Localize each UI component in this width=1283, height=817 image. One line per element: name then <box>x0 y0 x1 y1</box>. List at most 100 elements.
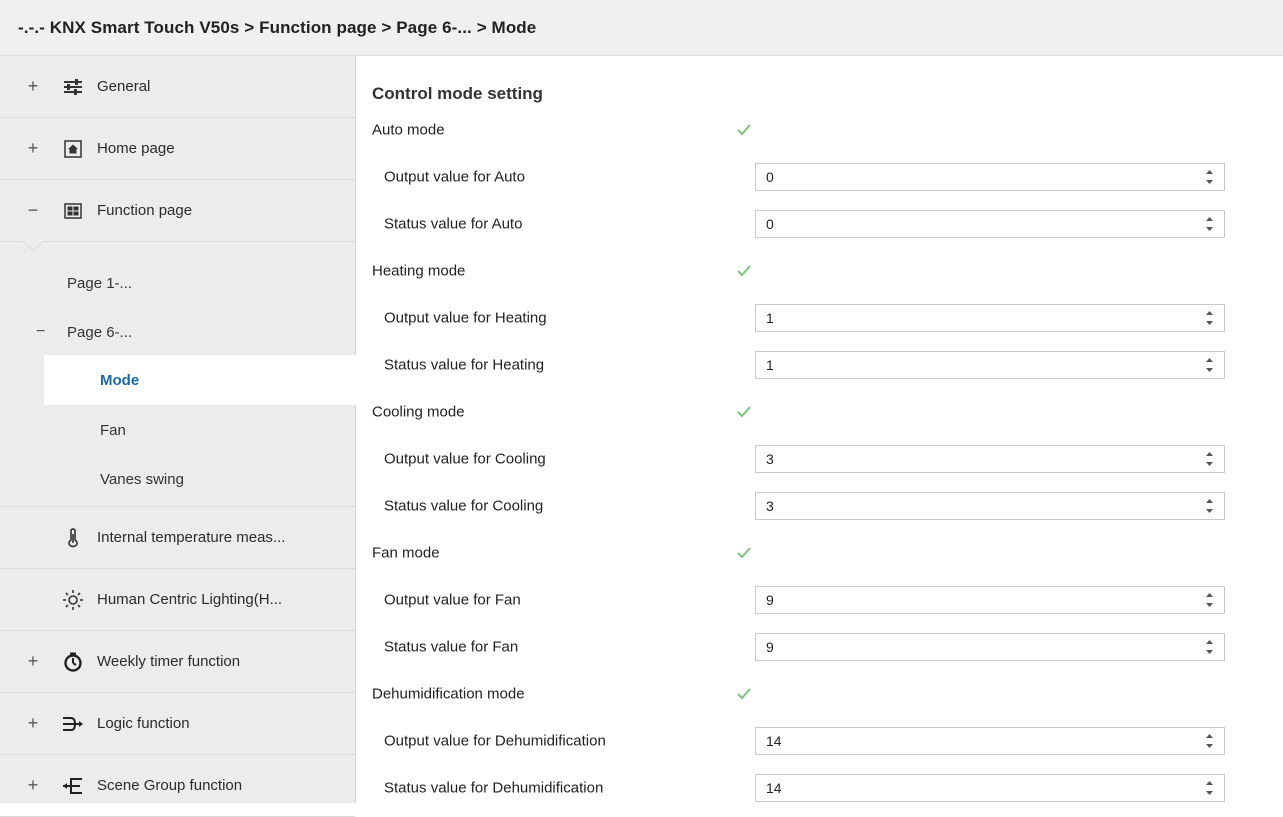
sidebar-item-function-page[interactable]: − Function page <box>0 180 355 242</box>
sidebar-item-label: Logic function <box>97 715 190 732</box>
spinbox-value[interactable]: 9 <box>756 592 774 608</box>
spinbox-value[interactable]: 1 <box>756 357 774 373</box>
output-value-row: Output value for Heating 1 <box>356 295 1283 341</box>
sidebar-item-label: Mode <box>100 371 140 389</box>
scene-icon <box>62 775 84 797</box>
spin-arrows-icon[interactable] <box>1205 591 1214 609</box>
sidebar-item-scene-group[interactable]: + Scene Group function <box>0 755 355 817</box>
status-value-spinbox[interactable]: 0 <box>755 210 1225 238</box>
checkbox-checked-icon[interactable] <box>736 687 752 701</box>
sun-icon <box>62 589 84 611</box>
mode-label: Dehumidification mode <box>372 685 525 703</box>
output-value-spinbox[interactable]: 14 <box>755 727 1225 755</box>
mode-row: Fan mode <box>356 530 1283 576</box>
sidebar-item-fan[interactable]: Fan <box>0 407 355 453</box>
settings-panel: Control mode setting Auto mode Output val… <box>356 56 1283 803</box>
spinbox-value[interactable]: 14 <box>756 780 782 796</box>
sidebar-item-logic-function[interactable]: + Logic function <box>0 693 355 755</box>
spin-arrows-icon[interactable] <box>1205 356 1214 374</box>
expand-toggle[interactable]: + <box>26 138 40 159</box>
spin-arrows-icon[interactable] <box>1205 497 1214 515</box>
spin-arrows-icon[interactable] <box>1205 168 1214 186</box>
mode-row: Heating mode <box>356 248 1283 294</box>
expand-toggle[interactable]: + <box>26 713 40 734</box>
sidebar-item-page-1[interactable]: Page 1-... <box>0 260 355 306</box>
spinbox-value[interactable]: 14 <box>756 733 782 749</box>
output-value-label: Output value for Cooling <box>384 450 546 468</box>
output-value-spinbox[interactable]: 0 <box>755 163 1225 191</box>
output-value-label: Output value for Dehumidification <box>384 732 606 750</box>
spinbox-value[interactable]: 9 <box>756 639 774 655</box>
expand-toggle[interactable]: + <box>26 651 40 672</box>
mode-label: Auto mode <box>372 121 445 139</box>
status-value-label: Status value for Heating <box>384 356 545 374</box>
status-value-spinbox[interactable]: 3 <box>755 492 1225 520</box>
sidebar-item-label: Scene Group function <box>97 777 243 794</box>
checkbox-checked-icon[interactable] <box>736 405 752 419</box>
mode-row: Dehumidification mode <box>356 671 1283 717</box>
sliders-icon <box>62 76 84 98</box>
spin-arrows-icon[interactable] <box>1205 309 1214 327</box>
collapse-toggle[interactable]: − <box>26 200 40 221</box>
sidebar-item-label: Vanes swing <box>100 470 184 488</box>
status-value-row: Status value for Dehumidification 14 <box>356 765 1283 811</box>
sidebar-item-general[interactable]: + General <box>0 56 355 118</box>
output-value-spinbox[interactable]: 3 <box>755 445 1225 473</box>
expand-toggle[interactable]: + <box>26 775 40 796</box>
grid-icon <box>62 200 84 222</box>
output-value-row: Output value for Dehumidification 14 <box>356 718 1283 764</box>
spin-arrows-icon[interactable] <box>1205 779 1214 797</box>
status-value-label: Status value for Fan <box>384 638 519 656</box>
mode-label: Fan mode <box>372 544 440 562</box>
spin-arrows-icon[interactable] <box>1205 638 1214 656</box>
tree-notch-icon <box>22 241 44 251</box>
sidebar-item-page-6[interactable]: − Page 6-... <box>0 309 355 355</box>
spin-arrows-icon[interactable] <box>1205 215 1214 233</box>
output-value-row: Output value for Fan 9 <box>356 577 1283 623</box>
sidebar-item-mode[interactable]: Mode <box>44 355 356 405</box>
output-value-spinbox[interactable]: 9 <box>755 586 1225 614</box>
output-value-row: Output value for Auto 0 <box>356 154 1283 200</box>
status-value-row: Status value for Cooling 3 <box>356 483 1283 529</box>
output-value-spinbox[interactable]: 1 <box>755 304 1225 332</box>
status-value-row: Status value for Auto 0 <box>356 201 1283 247</box>
checkbox-checked-icon[interactable] <box>736 546 752 560</box>
sidebar-item-internal-temperature[interactable]: Internal temperature meas... <box>0 507 355 569</box>
sidebar-item-label: Home page <box>97 140 175 157</box>
mode-row: Cooling mode <box>356 389 1283 435</box>
status-value-spinbox[interactable]: 14 <box>755 774 1225 802</box>
sidebar-item-weekly-timer[interactable]: + Weekly timer function <box>0 631 355 693</box>
output-value-label: Output value for Heating <box>384 309 547 327</box>
checkbox-checked-icon[interactable] <box>736 123 752 137</box>
status-value-spinbox[interactable]: 9 <box>755 633 1225 661</box>
sidebar-item-vanes-swing[interactable]: Vanes swing <box>0 456 355 502</box>
sidebar-item-label: Human Centric Lighting(H... <box>97 591 283 608</box>
output-value-label: Output value for Auto <box>384 168 525 186</box>
sidebar-item-label: Internal temperature meas... <box>97 529 286 546</box>
status-value-label: Status value for Dehumidification <box>384 779 604 797</box>
sidebar-item-label: Function page <box>97 202 193 219</box>
checkbox-checked-icon[interactable] <box>736 264 752 278</box>
sidebar-item-home-page[interactable]: + Home page <box>0 118 355 180</box>
sidebar: + General + Home page − Function page Pa… <box>0 56 356 817</box>
sidebar-item-label: Page 1-... <box>67 274 133 292</box>
spinbox-value[interactable]: 0 <box>756 216 774 232</box>
spinbox-value[interactable]: 3 <box>756 451 774 467</box>
sidebar-item-label: Page 6-... <box>67 323 133 341</box>
status-value-row: Status value for Fan 9 <box>356 624 1283 670</box>
spinbox-value[interactable]: 3 <box>756 498 774 514</box>
status-value-spinbox[interactable]: 1 <box>755 351 1225 379</box>
sidebar-item-human-centric-lighting[interactable]: Human Centric Lighting(H... <box>0 569 355 631</box>
home-icon <box>62 138 84 160</box>
spinbox-value[interactable]: 1 <box>756 310 774 326</box>
sidebar-item-label: Weekly timer function <box>97 653 241 670</box>
spin-arrows-icon[interactable] <box>1205 732 1214 750</box>
title-bar: -.-.- KNX Smart Touch V50s > Function pa… <box>0 0 1283 56</box>
spin-arrows-icon[interactable] <box>1205 450 1214 468</box>
mode-label: Heating mode <box>372 262 466 280</box>
spinbox-value[interactable]: 0 <box>756 169 774 185</box>
status-value-label: Status value for Auto <box>384 215 523 233</box>
logic-icon <box>62 713 84 735</box>
collapse-toggle[interactable]: − <box>36 323 45 341</box>
expand-toggle[interactable]: + <box>26 76 40 97</box>
